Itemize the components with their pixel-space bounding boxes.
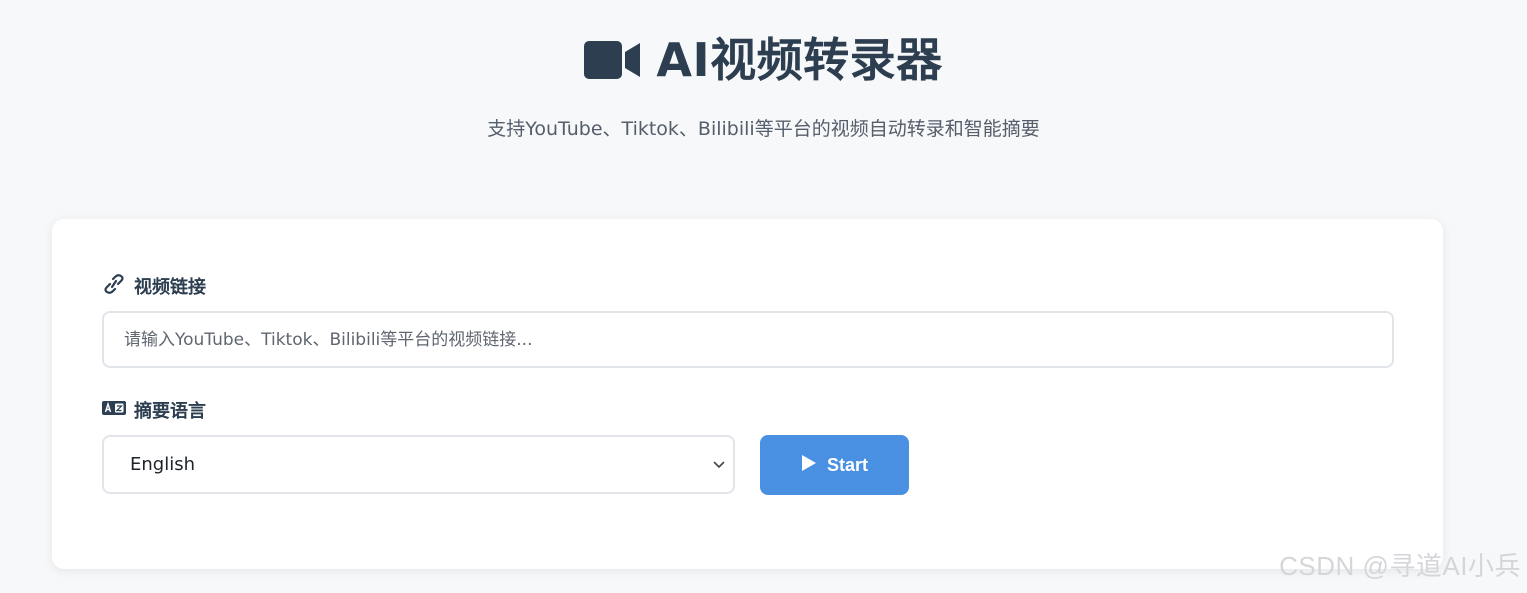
transcribe-form-card: 视频链接 摘要语言 English Start bbox=[52, 219, 1443, 569]
watermark-text: CSDN @寻道AI小兵 bbox=[1279, 551, 1521, 581]
summary-language-value: English bbox=[130, 454, 195, 475]
start-button-label: Start bbox=[826, 454, 868, 475]
video-url-label: 视频链接 bbox=[102, 273, 206, 299]
video-url-label-text: 视频链接 bbox=[134, 277, 206, 298]
link-icon bbox=[102, 273, 126, 299]
summary-language-label: 摘要语言 bbox=[102, 397, 206, 423]
page-subtitle: 支持YouTube、Tiktok、Bilibili等平台的视频自动转录和智能摘要 bbox=[487, 118, 1040, 140]
video-url-input[interactable] bbox=[102, 311, 1394, 368]
video-camera-icon bbox=[584, 40, 642, 80]
play-icon bbox=[801, 454, 817, 477]
language-icon bbox=[102, 400, 126, 421]
chevron-down-icon bbox=[713, 458, 725, 472]
summary-language-label-text: 摘要语言 bbox=[134, 401, 206, 422]
start-button[interactable]: Start bbox=[760, 435, 909, 495]
title-row: AI视频转录器 bbox=[0, 30, 1527, 90]
summary-language-select[interactable]: English bbox=[102, 435, 735, 494]
page-title: AI视频转录器 bbox=[656, 33, 943, 87]
